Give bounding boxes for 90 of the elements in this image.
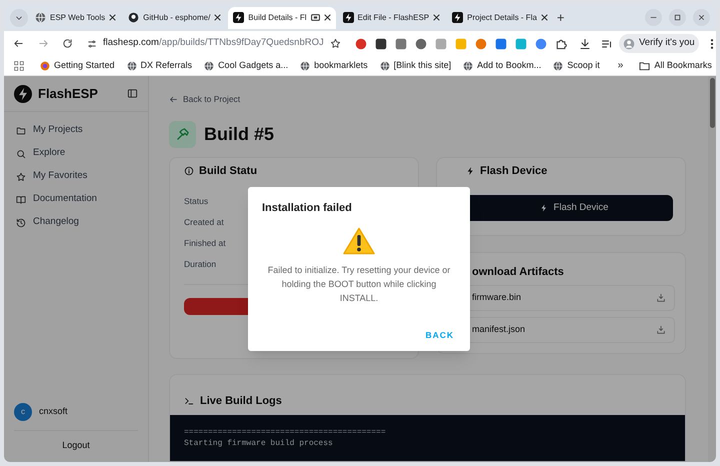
dialog-message: Failed to initialize. Try resetting your device or holding the BOOT button while clicking INSTALL. — [266, 264, 452, 304]
close-icon[interactable] — [324, 14, 331, 21]
apps-grid-icon[interactable] — [14, 60, 24, 70]
card-title: Build Statu — [199, 164, 258, 178]
profile-button[interactable]: Verify it's you — [619, 34, 699, 53]
extension-icon[interactable] — [415, 38, 427, 50]
avatar-icon — [623, 38, 635, 50]
url-text: flashesp.com/app/builds/TTNbs9fDay7QuedsnbROJ — [103, 36, 324, 50]
browser-tab[interactable]: ESP Web Tools — [30, 6, 122, 28]
bolt-icon — [466, 166, 475, 176]
sidebar-toggle-icon[interactable] — [127, 88, 138, 99]
puzzle-icon[interactable] — [555, 38, 567, 50]
back-arrow-icon[interactable] — [13, 38, 24, 49]
user-avatar: c — [14, 402, 32, 420]
new-tab-button[interactable]: + — [556, 11, 565, 24]
sidebar-nav-item[interactable]: My Favorites — [12, 168, 140, 185]
browser-tab[interactable]: Edit File - FlashESP — [338, 6, 446, 28]
bookmark-link[interactable]: bookmarklets — [298, 58, 370, 72]
reload-icon[interactable] — [62, 38, 73, 49]
globe-icon — [204, 60, 214, 70]
card-title: Live Build Logs — [200, 394, 282, 409]
warning-icon — [343, 226, 375, 254]
globe-icon — [553, 60, 564, 70]
file-name: manifest.json — [472, 323, 526, 336]
back-link[interactable]: Back to Project — [169, 93, 708, 106]
field-label: Created at — [184, 216, 225, 228]
bolt-logo-icon — [14, 84, 32, 102]
bolt-logo-icon — [342, 12, 354, 23]
folder-icon — [16, 126, 26, 136]
bolt-logo-icon — [452, 12, 464, 23]
terminal-icon — [184, 396, 194, 406]
close-icon[interactable] — [214, 14, 222, 21]
dialog-title: Installation failed — [262, 201, 353, 216]
globe-icon — [463, 60, 474, 70]
media-icon — [310, 13, 320, 22]
hammer-icon — [175, 126, 190, 142]
browser-tab[interactable]: GitHub - esphome/ — [123, 6, 226, 28]
window-maximize-button[interactable] — [669, 9, 686, 26]
log-line: Starting firmware build process — [184, 438, 334, 449]
sidebar-nav-item[interactable]: Changelog — [12, 214, 140, 231]
info-icon — [184, 166, 194, 176]
bookmark-link[interactable]: Cool Gadgets a... — [202, 58, 290, 72]
browser-logo-icon — [40, 60, 50, 70]
bolt-logo-icon — [233, 12, 244, 23]
scrollbar-thumb[interactable] — [710, 78, 714, 128]
close-icon — [697, 13, 706, 22]
close-icon[interactable] — [540, 14, 548, 21]
logout-button[interactable]: Logout — [14, 436, 138, 454]
field-label: Status — [184, 194, 210, 207]
all-bookmarks-link[interactable]: All Bookmarks — [639, 58, 712, 72]
brand-name: FlashESP — [38, 84, 98, 103]
caret-icon — [15, 14, 23, 22]
back-arrow-icon — [169, 94, 178, 104]
search-icon — [16, 148, 26, 158]
sidebar-nav-item[interactable]: Documentation — [12, 191, 140, 208]
field-label: Finished at — [184, 236, 227, 249]
window-close-button[interactable] — [693, 9, 710, 26]
sidebar-nav-item[interactable]: My Projects — [12, 122, 140, 139]
download-icon[interactable] — [579, 38, 591, 50]
bookmark-link[interactable]: [Blink this site] — [378, 58, 454, 72]
more-bookmarks-button[interactable]: » — [618, 58, 624, 73]
globe-icon — [300, 60, 310, 70]
globe-icon — [380, 60, 390, 70]
bookmark-link[interactable]: Getting Started — [38, 58, 117, 72]
sidebar-nav-item[interactable]: Explore — [12, 145, 140, 162]
bookmark-link[interactable]: Add to Bookm... — [461, 58, 544, 72]
star-icon — [16, 172, 26, 182]
globe-icon — [126, 60, 137, 70]
playlist-icon[interactable] — [601, 38, 613, 50]
bookmark-link[interactable]: Scoop it — [551, 58, 602, 72]
close-icon[interactable] — [109, 14, 116, 21]
browser-tab[interactable]: Project Details - Fla — [447, 6, 553, 28]
book-icon — [16, 194, 26, 204]
maximize-icon — [673, 13, 682, 22]
browser-tab[interactable]: Build Details - Fl — [228, 6, 336, 28]
bolt-icon — [540, 202, 548, 213]
bookmark-link[interactable]: DX Referrals — [124, 58, 194, 72]
close-icon[interactable] — [433, 14, 440, 21]
star-icon[interactable] — [330, 38, 341, 49]
globe-icon — [35, 12, 46, 23]
card-title: ownload Artifacts — [472, 264, 564, 280]
card-title: Flash Device — [480, 164, 548, 178]
user-name: cnxsoft — [39, 404, 68, 418]
file-name: firmware.bin — [472, 291, 522, 304]
page-title: Build #5 — [204, 122, 274, 146]
tune-icon[interactable] — [87, 38, 97, 48]
log-line: ========================================== — [184, 426, 387, 438]
extension-icon[interactable] — [375, 38, 387, 50]
folder-icon — [639, 60, 650, 70]
history-icon — [16, 218, 26, 228]
